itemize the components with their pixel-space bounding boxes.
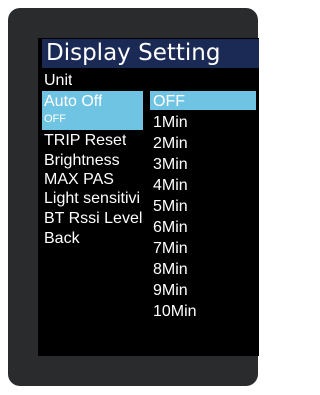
menu-item-trip-reset[interactable]: TRIP Reset: [44, 132, 126, 150]
option-2min[interactable]: 2Min: [153, 135, 188, 153]
menu-item-auto-off[interactable]: Auto Off: [44, 93, 102, 111]
option-8min[interactable]: 8Min: [153, 261, 188, 279]
option-10min[interactable]: 10Min: [153, 303, 197, 321]
device-bezel: Display Setting Unit Auto Off OFF TRIP R…: [8, 8, 259, 386]
menu-item-brightness[interactable]: Brightness: [44, 152, 120, 170]
option-7min[interactable]: 7Min: [153, 240, 188, 258]
option-6min[interactable]: 6Min: [153, 219, 188, 237]
option-9min[interactable]: 9Min: [153, 282, 188, 300]
menu-item-bt-rssi-level[interactable]: BT Rssi Level: [44, 210, 150, 228]
page-title: Display Setting: [46, 40, 221, 66]
menu-item-light-sensitivity[interactable]: Light sensitivi: [44, 190, 150, 208]
menu-item-back[interactable]: Back: [44, 230, 80, 248]
option-1min[interactable]: 1Min: [153, 114, 188, 132]
option-3min[interactable]: 3Min: [153, 156, 188, 174]
option-off[interactable]: OFF: [153, 93, 185, 111]
option-5min[interactable]: 5Min: [153, 198, 188, 216]
auto-off-current-value: OFF: [44, 113, 66, 125]
option-4min[interactable]: 4Min: [153, 177, 188, 195]
display-screen: Display Setting Unit Auto Off OFF TRIP R…: [38, 38, 259, 356]
menu-item-unit[interactable]: Unit: [44, 72, 72, 90]
title-bar: Display Setting: [42, 39, 259, 68]
menu-item-max-pas[interactable]: MAX PAS: [44, 171, 114, 189]
